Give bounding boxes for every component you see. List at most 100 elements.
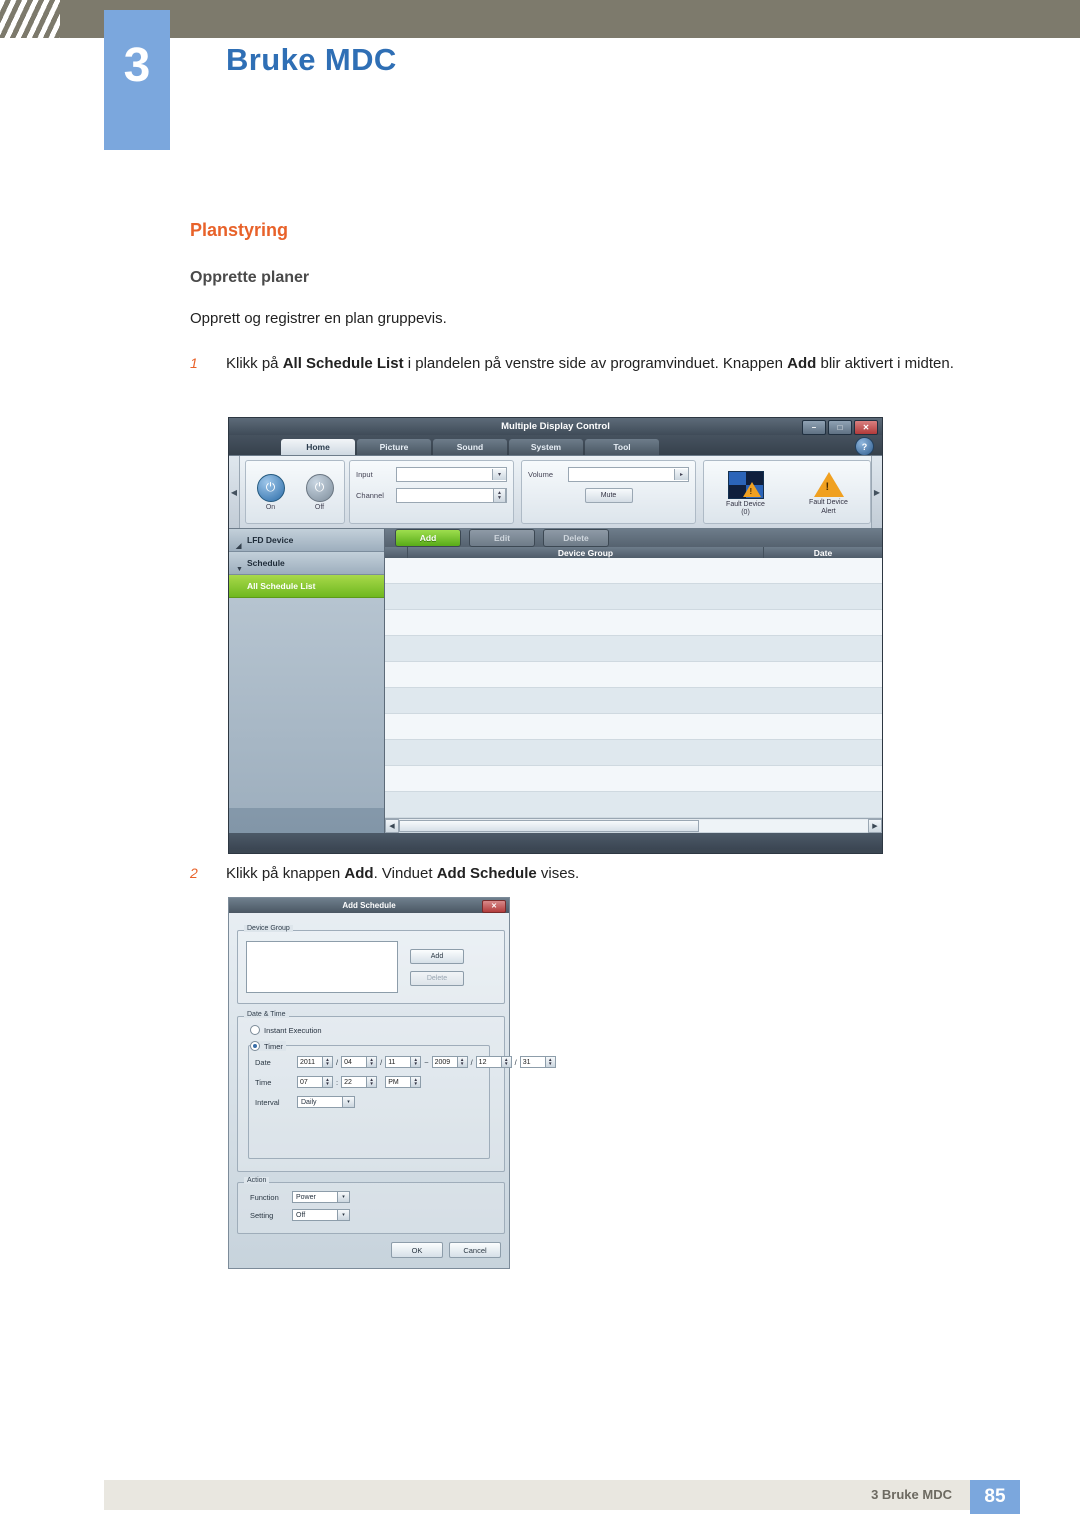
power-off-button[interactable]: ⏻ Off (304, 473, 336, 511)
step-1: 1 Klikk på All Schedule List i plandelen… (190, 352, 1046, 376)
scroll-left-icon[interactable]: ◀ (385, 819, 399, 833)
timer-radio[interactable]: Timer (250, 1041, 286, 1051)
maximize-icon[interactable]: □ (828, 420, 852, 435)
action-legend: Action (244, 1177, 270, 1184)
time-minute-stepper-icon[interactable]: ▲ ▼ (367, 1076, 378, 1088)
table-row[interactable] (385, 766, 882, 792)
add-button[interactable]: Add (395, 529, 461, 547)
edit-button[interactable]: Edit (469, 529, 535, 547)
table-row[interactable] (385, 792, 882, 818)
tab-picture[interactable]: Picture (357, 439, 431, 455)
footer-bar (104, 1480, 970, 1510)
minimize-icon[interactable]: – (802, 420, 826, 435)
interval-select[interactable]: Daily ▾ (297, 1096, 355, 1108)
mdc-window-screenshot: Multiple Display Control – □ ✕ Home Pict… (228, 417, 883, 854)
scroll-thumb[interactable] (399, 820, 699, 832)
setting-select[interactable]: Off ▾ (292, 1209, 350, 1221)
scroll-right-icon[interactable]: ▶ (868, 819, 882, 833)
function-select[interactable]: Power ▾ (292, 1191, 350, 1203)
tab-tool[interactable]: Tool (585, 439, 659, 455)
time-hour[interactable]: 07 (297, 1076, 323, 1088)
schedule-table-rows (385, 558, 882, 818)
instant-execution-radio[interactable]: Instant Execution (250, 1025, 322, 1035)
scroll-track[interactable] (399, 820, 868, 832)
chevron-down-icon: ▾ (337, 1192, 349, 1202)
tab-home[interactable]: Home (281, 439, 355, 455)
time-hour-stepper-icon[interactable]: ▲ ▼ (323, 1076, 333, 1088)
date-end-day-stepper-icon[interactable]: ▲ ▼ (545, 1056, 556, 1068)
action-fieldset: Action Function Power ▾ Setting Off ▾ (237, 1177, 505, 1234)
function-row: Function Power ▾ (250, 1191, 350, 1203)
horizontal-scrollbar[interactable]: ◀ ▶ (385, 818, 882, 833)
table-row[interactable] (385, 740, 882, 766)
footer-text: 3 Bruke MDC (871, 1487, 952, 1502)
timer-label: Timer (264, 1041, 283, 1051)
table-row[interactable] (385, 610, 882, 636)
channel-stepper-icon[interactable]: ▲ ▼ (493, 488, 506, 503)
date-start-day-stepper-icon[interactable]: ▲ ▼ (411, 1056, 422, 1068)
sidebar-item-schedule[interactable]: ▼ Schedule (229, 552, 384, 575)
warning-triangle-icon (813, 472, 844, 498)
setting-value: Off (296, 1211, 306, 1219)
table-row[interactable] (385, 584, 882, 610)
dialog-footer: OK Cancel (391, 1242, 501, 1258)
input-channel-group: Input ▾ Channel ▲ ▼ (349, 460, 514, 524)
table-row[interactable] (385, 636, 882, 662)
close-icon[interactable]: ✕ (482, 900, 506, 913)
monitor-grid-icon (727, 470, 764, 499)
date-sep-2: / (380, 1057, 383, 1067)
intro-paragraph: Opprett og registrer en plan gruppevis. (190, 310, 447, 327)
date-start-year[interactable]: 2011 (297, 1056, 323, 1068)
mute-button[interactable]: Mute (584, 488, 633, 503)
ribbon-scroll-left-icon[interactable]: ◀ (229, 456, 240, 528)
sidebar-item-all-schedule-list[interactable]: All Schedule List (229, 575, 384, 598)
power-on-button[interactable]: ⏻ On (255, 473, 287, 511)
power-on-icon: ⏻ (256, 473, 285, 502)
power-off-label: Off (314, 503, 325, 511)
date-end-day[interactable]: 31 (519, 1056, 546, 1068)
close-icon[interactable]: ✕ (854, 420, 878, 435)
delete-button[interactable]: Delete (543, 529, 609, 547)
sidebar-item-lfd-device[interactable]: ◢ LFD Device (229, 529, 384, 552)
cancel-button[interactable]: Cancel (449, 1242, 501, 1258)
device-group-fieldset: Device Group Add Delete (237, 925, 505, 1004)
fault-device-button[interactable]: Fault Device (0) (709, 470, 783, 517)
tab-system[interactable]: System (509, 439, 583, 455)
fault-device-group: Fault Device (0) Fault Device Alert (703, 460, 871, 524)
device-group-add-button[interactable]: Add (410, 949, 464, 964)
column-header-checkbox[interactable] (385, 547, 408, 558)
ribbon-scroll-right-icon[interactable]: ▶ (871, 456, 882, 528)
date-row: Date 2011 ▲ ▼ / 04 ▲ ▼ / 11 ▲ ▼ ~ 2009 ▲ ▼ /… (255, 1056, 556, 1068)
table-row[interactable] (385, 662, 882, 688)
input-select[interactable]: ▾ (396, 467, 507, 482)
date-start-day[interactable]: 11 (385, 1056, 412, 1068)
mdc-status-bar (229, 833, 882, 849)
time-sep-2 (380, 1078, 382, 1087)
time-minute[interactable]: 22 (341, 1076, 368, 1088)
tab-sound[interactable]: Sound (433, 439, 507, 455)
column-header-device-group[interactable]: Device Group (408, 547, 764, 558)
interval-value: Daily (301, 1098, 317, 1106)
dialog-body: Device Group Add Delete Date & Time Inst… (237, 920, 556, 1260)
function-label: Function (250, 1192, 279, 1202)
table-row[interactable] (385, 688, 882, 714)
ok-button[interactable]: OK (391, 1242, 443, 1258)
date-start-year-stepper-icon[interactable]: ▲ ▼ (323, 1056, 333, 1068)
table-row[interactable] (385, 714, 882, 740)
channel-field[interactable]: ▲ ▼ (396, 488, 507, 503)
date-end-year-stepper-icon[interactable]: ▲ ▼ (457, 1056, 468, 1068)
date-end-year[interactable]: 2009 (431, 1056, 458, 1068)
device-group-delete-button[interactable]: Delete (410, 971, 464, 986)
date-start-month[interactable]: 04 (341, 1056, 368, 1068)
date-end-month[interactable]: 12 (475, 1056, 502, 1068)
table-row[interactable] (385, 558, 882, 584)
date-start-month-stepper-icon[interactable]: ▲ ▼ (367, 1056, 378, 1068)
date-end-month-stepper-icon[interactable]: ▲ ▼ (501, 1056, 512, 1068)
fault-device-alert-button[interactable]: Fault Device Alert (792, 472, 866, 515)
time-ampm-stepper-icon[interactable]: ▲ ▼ (411, 1076, 422, 1088)
volume-slider[interactable]: ▸ (568, 467, 689, 482)
device-group-listbox[interactable] (246, 941, 398, 993)
column-header-date[interactable]: Date (764, 547, 882, 558)
help-icon[interactable]: ? (855, 437, 874, 456)
time-ampm[interactable]: PM (385, 1076, 412, 1088)
